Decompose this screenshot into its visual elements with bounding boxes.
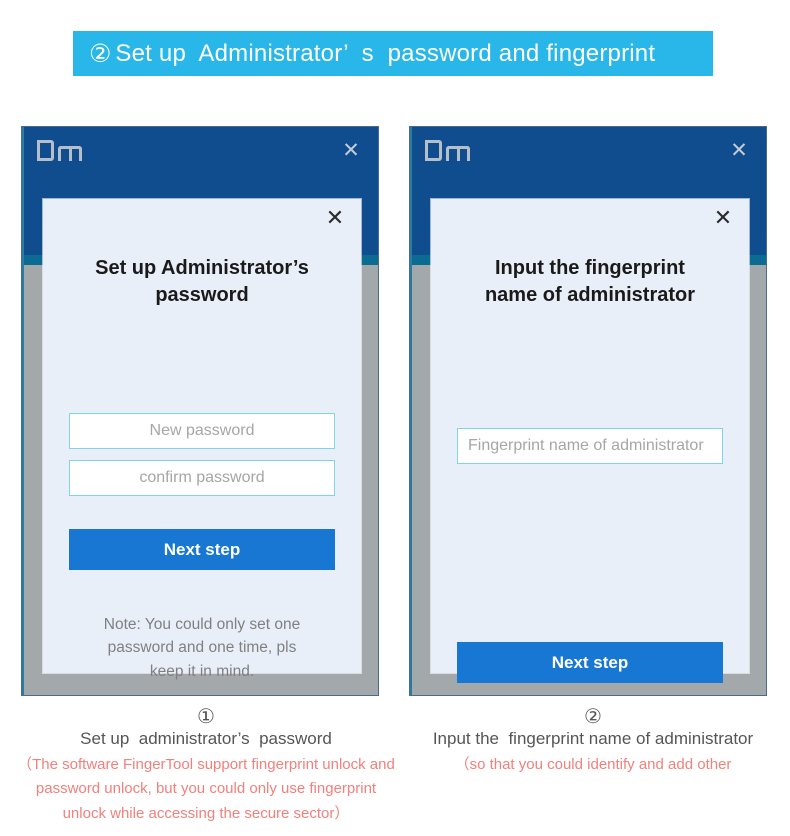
caption-number: ② [584,704,602,728]
app-window-set-password: ✕ ✕ Set up Administrator’s password Next… [21,126,379,696]
caption-step-2: ② Input the fingerprint name of administ… [400,706,786,777]
new-password-input[interactable] [69,413,335,449]
next-step-button[interactable]: Next step [69,529,335,570]
caption-note: （The software FingerTool support fingerp… [17,755,395,823]
dialog-fingerprint-name: ✕ Input the fingerprint name of administ… [431,199,749,683]
step-banner-title: Set up Administrator’ s password and fin… [115,39,656,67]
dialog-set-password: ✕ Set up Administrator’s password Next s… [43,199,361,680]
dialog-close-icon[interactable]: ✕ [323,207,347,231]
app-window-fingerprint-name: ✕ ✕ Input the fingerprint name of admini… [409,126,767,696]
window-left-edge [410,127,412,695]
dialog-title: Input the fingerprint name of administra… [484,257,696,306]
dm-logo-icon [37,140,82,162]
dialog-close-icon[interactable]: ✕ [711,207,735,231]
caption-note: （so that you could identify and add othe… [454,755,732,773]
caption-number: ① [197,704,215,728]
confirm-password-input[interactable] [69,460,335,496]
caption-title: Input the fingerprint name of administra… [432,729,754,748]
dialog-note: Note: You could only set one password an… [103,616,301,680]
step-banner: ② Set up Administrator’ s password and f… [73,31,713,76]
step-banner-number: ② [89,39,112,68]
window-close-icon[interactable]: ✕ [728,139,750,161]
dialog-title: Set up Administrator’s password [95,257,309,306]
caption-step-1: ① Set up administrator’s password （The s… [16,706,396,827]
next-step-button[interactable]: Next step [457,642,723,683]
dm-logo-icon [425,140,470,162]
window-close-icon[interactable]: ✕ [340,139,362,161]
window-left-edge [22,127,24,695]
fingerprint-name-input[interactable] [457,428,723,464]
caption-title: Set up administrator’s password [80,729,332,748]
